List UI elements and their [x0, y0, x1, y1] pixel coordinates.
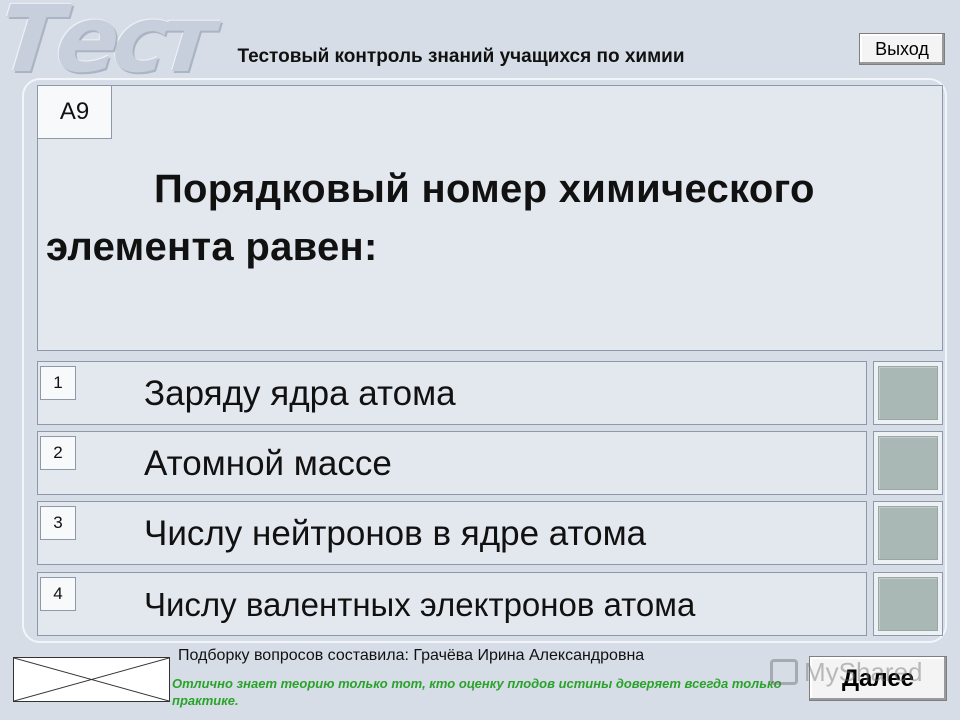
- answer-checkbox-1[interactable]: [873, 361, 943, 425]
- answer-number: 3: [40, 506, 76, 540]
- checkbox-fill: [878, 506, 938, 560]
- answer-checkbox-2[interactable]: [873, 431, 943, 495]
- answer-option-2[interactable]: 2 Атомной массе: [37, 431, 867, 495]
- author-credit: Подборку вопросов составила: Грачёва Ири…: [178, 647, 645, 664]
- answer-text: Числу нейтронов в ядре атома: [144, 514, 647, 553]
- answer-number: 2: [40, 436, 76, 470]
- next-button[interactable]: Далее: [809, 656, 947, 701]
- answer-option-3[interactable]: 3 Числу нейтронов в ядре атома: [37, 501, 867, 565]
- page-title: Тестовый контроль знаний учащихся по хим…: [237, 46, 685, 67]
- quote-text: Отлично знает теорию только тот, кто оце…: [172, 676, 782, 708]
- answer-text: Заряду ядра атома: [144, 374, 456, 413]
- checkbox-fill: [878, 436, 938, 490]
- checkbox-fill: [878, 366, 938, 420]
- answer-text: Числу валентных электронов атома: [144, 586, 696, 623]
- answer-number: 1: [40, 366, 76, 400]
- question-text: Порядковый номер химического элемента ра…: [46, 167, 815, 269]
- answer-option-1[interactable]: 1 Заряду ядра атома: [37, 361, 867, 425]
- answer-text: Атомной массе: [144, 444, 392, 483]
- exit-button[interactable]: Выход: [859, 33, 945, 65]
- answer-option-4[interactable]: 4 Числу валентных электронов атома: [37, 572, 867, 636]
- answer-number: 4: [40, 577, 76, 611]
- broken-image-icon: [14, 658, 169, 701]
- checkbox-fill: [878, 577, 938, 631]
- question-number: А9: [37, 85, 112, 139]
- answer-checkbox-3[interactable]: [873, 501, 943, 565]
- answer-checkbox-4[interactable]: [873, 572, 943, 636]
- image-placeholder: [13, 657, 170, 702]
